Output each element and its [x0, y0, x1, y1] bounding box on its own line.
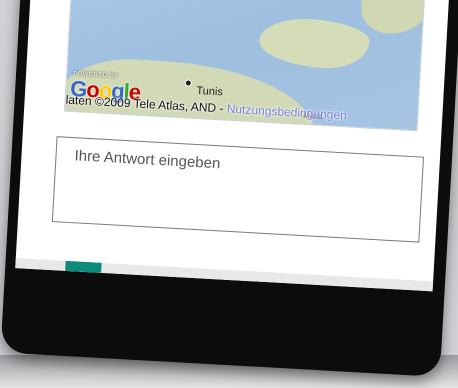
accent-button-edge[interactable]: [65, 260, 102, 273]
map-land-italy: [359, 0, 426, 36]
phone-device: Tunis Malta POWERED BY Google laten ©200…: [0, 0, 458, 377]
answer-input[interactable]: Ihre Antwort eingeben: [51, 136, 425, 243]
map-view[interactable]: Tunis Malta POWERED BY Google laten ©200…: [64, 0, 426, 132]
answer-placeholder: Ihre Antwort eingeben: [74, 147, 221, 173]
map-land-sicily: [257, 16, 371, 71]
city-label-tunis: Tunis: [196, 84, 224, 99]
terms-link[interactable]: Nutzungsbedingungen: [226, 102, 347, 123]
phone-screen: Tunis Malta POWERED BY Google laten ©200…: [15, 0, 452, 292]
